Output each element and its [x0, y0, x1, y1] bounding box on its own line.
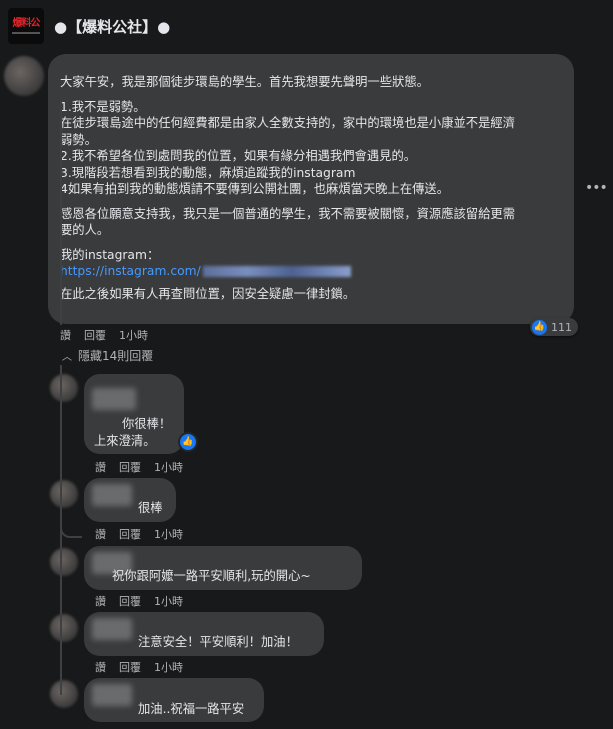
commenter-avatar[interactable] — [4, 56, 44, 96]
redacted-name — [92, 684, 132, 706]
hidden-replies-toggle[interactable]: ︿ 隱藏14則回覆 — [62, 347, 153, 364]
like-button[interactable]: 讚 — [60, 327, 71, 343]
reply-avatar[interactable] — [50, 548, 78, 576]
reply-button[interactable]: 回覆 — [119, 593, 141, 609]
thread-branch — [60, 520, 82, 538]
chevron-up-icon: ︿ — [62, 352, 72, 363]
reply-avatar[interactable] — [50, 614, 78, 642]
reply-bubble: 加油..祝福一路平安 — [84, 678, 264, 722]
reply-actions: 讚 回覆 1小時 — [95, 593, 183, 609]
more-options-icon[interactable]: ••• — [585, 180, 608, 196]
reply-button[interactable]: 回覆 — [119, 659, 141, 675]
page-header: 爆料公 ●【爆料公社】● — [8, 8, 170, 44]
reply-text: 加油..祝福一路平安 — [138, 702, 245, 716]
reply-avatar[interactable] — [50, 680, 78, 708]
reply-bubble: 很棒 — [84, 478, 176, 522]
post-line: 大家午安，我是那個徒步環島的學生。首先我想要先聲明一些狀態。 — [60, 75, 429, 89]
post-last-line: 在此之後如果有人再查問位置，因安全疑慮一律封鎖。 — [60, 286, 356, 301]
page-logo-text: 爆料公 — [12, 18, 41, 29]
reply-bubble: 注意安全！平安順利！加油！ — [84, 612, 324, 656]
redacted-name — [92, 618, 132, 640]
reply-text: 注意安全！平安順利！加油！ — [138, 635, 298, 649]
thumbs-up-icon: 👍 — [532, 319, 547, 335]
timestamp[interactable]: 1小時 — [154, 659, 183, 675]
reply-text: 很棒 — [138, 501, 163, 515]
redacted-link-blur — [202, 266, 351, 277]
reply-bubble: 祝你跟阿嬤一路平安順利,玩的開心~ — [84, 546, 362, 590]
like-button[interactable]: 讚 — [95, 526, 106, 542]
like-button[interactable]: 讚 — [95, 659, 106, 675]
post-actions: 讚 回覆 1小時 — [60, 327, 148, 343]
post-line: 3.現階段若想看到我的動態，麻煩追蹤我的instagram — [60, 165, 356, 180]
reply-button[interactable]: 回覆 — [84, 327, 106, 343]
redacted-name — [92, 484, 132, 506]
reply-actions: 讚 回覆 1小時 — [95, 659, 183, 675]
like-button[interactable]: 讚 — [95, 593, 106, 609]
reply-avatar[interactable] — [50, 480, 78, 508]
timestamp[interactable]: 1小時 — [154, 593, 183, 609]
thumbs-up-icon[interactable]: 👍 — [180, 434, 196, 450]
timestamp[interactable]: 1小時 — [154, 526, 183, 542]
page-logo[interactable]: 爆料公 — [8, 8, 44, 44]
reply-avatar[interactable] — [50, 374, 78, 402]
post-line: 弱勢。 — [60, 132, 97, 147]
reply-bubble: 你很棒！ 上來澄清。 — [84, 374, 184, 454]
timestamp[interactable]: 1小時 — [154, 459, 183, 475]
post-line: 1.我不是弱勢。 — [60, 99, 146, 114]
reply-text: 上來澄清。 — [94, 434, 156, 448]
post-line: 2.我不希望各位到處問我的位置，如果有緣分相遇我們會遇見的。 — [60, 149, 417, 163]
reply-actions: 讚 回覆 1小時 — [95, 459, 183, 475]
redacted-name — [92, 388, 136, 410]
post-line: 4如果有拍到我的動態煩請不要傳到公開社團，也麻煩當天晚上在傳送。 — [60, 182, 450, 196]
page-name[interactable]: ●【爆料公社】● — [54, 16, 170, 37]
post-line: 在徒步環島途中的任何經費都是由家人全數支持的，家中的環境也是小康並不是經濟 — [60, 116, 515, 130]
post-line: 要的人。 — [60, 223, 110, 237]
hidden-replies-label: 隱藏14則回覆 — [78, 349, 154, 363]
reply-button[interactable]: 回覆 — [119, 459, 141, 475]
post-line: 我的instagram： — [60, 247, 160, 262]
logo-decoration — [12, 32, 40, 34]
reply-text: 祝你跟阿嬤一路平安順利,玩的開心~ — [112, 569, 311, 583]
like-button[interactable]: 讚 — [95, 459, 106, 475]
reply-text: 你很棒！ — [122, 417, 172, 431]
instagram-link-line: https://instagram.com/ — [60, 263, 560, 280]
main-comment-bubble: 大家午安，我是那個徒步環島的學生。首先我想要先聲明一些狀態。 1.我不是弱勢。 … — [48, 54, 574, 324]
timestamp[interactable]: 1小時 — [119, 327, 148, 343]
thread-line — [60, 100, 62, 325]
reaction-summary[interactable]: 👍 111 — [530, 318, 578, 336]
reaction-count: 111 — [551, 320, 572, 334]
instagram-link[interactable]: https://instagram.com/ — [60, 264, 201, 278]
reply-actions: 讚 回覆 1小時 — [95, 526, 183, 542]
post-line: 感恩各位願意支持我，我只是一個普通的學生，我不需要被關懷，資源應該留給更需 — [60, 206, 515, 221]
reply-button[interactable]: 回覆 — [119, 526, 141, 542]
